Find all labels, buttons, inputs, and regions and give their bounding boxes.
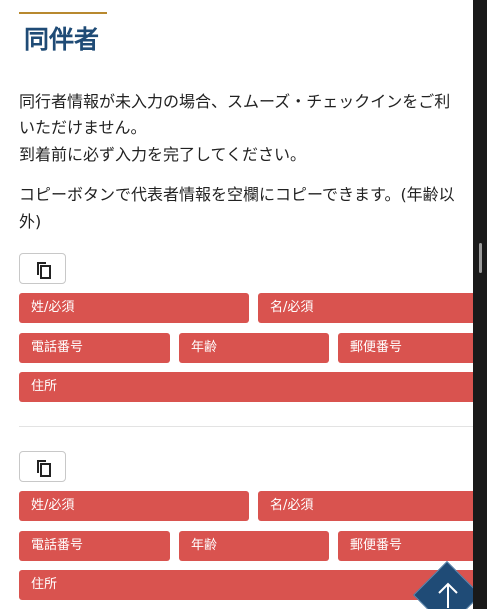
copy-icon — [37, 460, 51, 477]
scrollbar-thumb[interactable] — [479, 243, 482, 273]
description-line: 同行者情報が未入力の場合、スムーズ・チェックインをご利 — [19, 92, 451, 111]
copy-representative-button[interactable] — [19, 451, 66, 482]
address-field[interactable]: 住所 — [19, 372, 473, 402]
app-viewport: 同伴者 同行者情報が未入力の場合、スムーズ・チェックインをご利 いただけません。… — [0, 0, 487, 609]
copy-representative-button[interactable] — [19, 253, 66, 284]
age-field[interactable]: 年齢 — [179, 531, 329, 561]
companion-section: 同伴者 同行者情報が未入力の場合、スムーズ・チェックインをご利 いただけません。… — [0, 0, 473, 609]
arrow-up-icon — [438, 582, 458, 608]
description-line: 到着前に必ず入力を完了してください。 — [19, 145, 307, 164]
phone-field[interactable]: 電話番号 — [19, 333, 170, 363]
phone-field[interactable]: 電話番号 — [19, 531, 170, 561]
vertical-scrollbar[interactable] — [473, 0, 487, 609]
description-line: いただけません。 — [19, 118, 147, 137]
first-name-field[interactable]: 名/必須 — [258, 293, 473, 323]
copy-icon — [37, 262, 51, 279]
description-line: 外) — [19, 212, 42, 231]
section-title: 同伴者 — [24, 25, 100, 54]
last-name-field[interactable]: 姓/必須 — [19, 293, 249, 323]
postal-code-field[interactable]: 郵便番号 — [338, 333, 473, 363]
title-accent-rule — [19, 12, 107, 14]
postal-code-field[interactable]: 郵便番号 — [338, 531, 473, 561]
age-field[interactable]: 年齢 — [179, 333, 329, 363]
description-line: コピーボタンで代表者情報を空欄にコピーできます。(年齢以 — [19, 185, 455, 204]
last-name-field[interactable]: 姓/必須 — [19, 491, 249, 521]
address-field[interactable]: 住所 — [19, 570, 473, 600]
first-name-field[interactable]: 名/必須 — [258, 491, 473, 521]
companion-divider — [19, 426, 473, 427]
